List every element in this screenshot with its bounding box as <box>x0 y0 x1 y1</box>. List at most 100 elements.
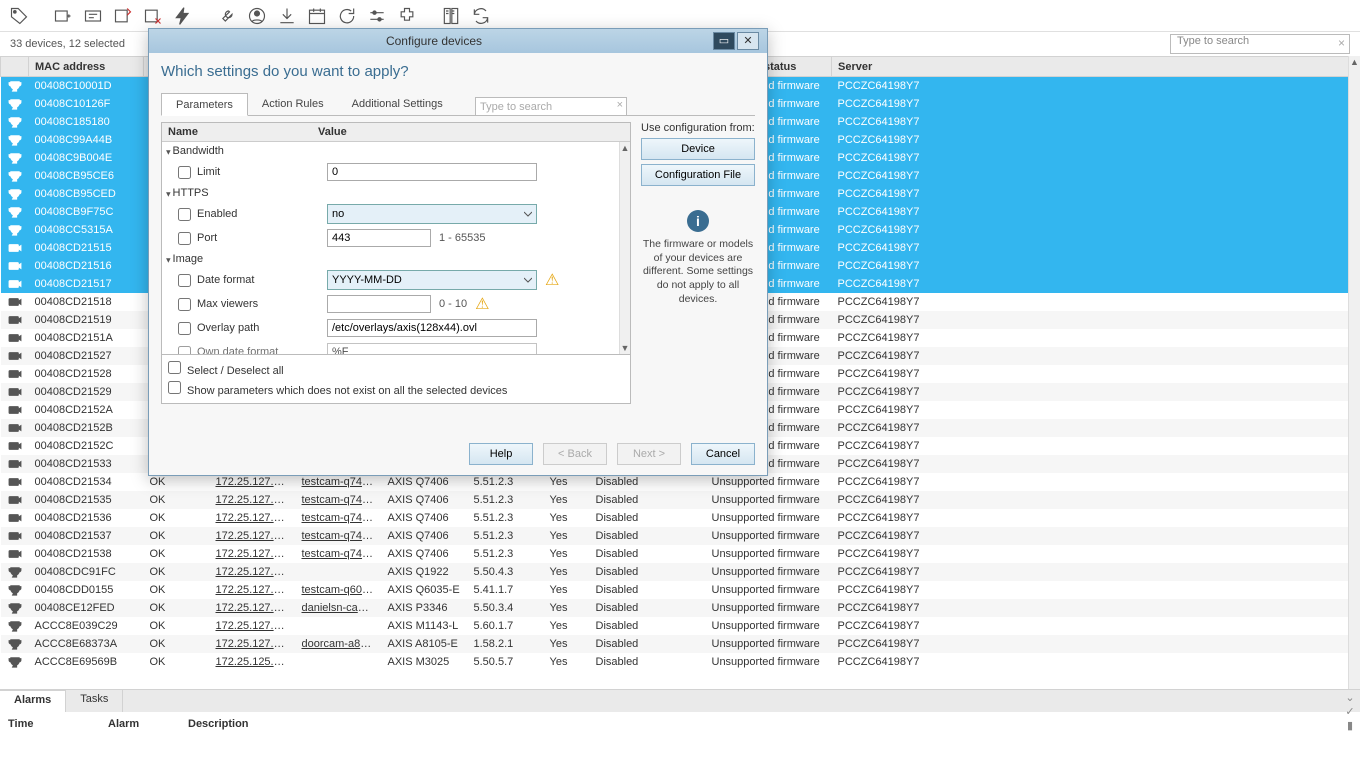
add-device-icon[interactable] <box>110 3 136 29</box>
group-bandwidth[interactable]: Bandwidth <box>162 142 630 160</box>
check-show-missing[interactable]: Show parameters which does not exist on … <box>168 379 624 399</box>
collapse-icon[interactable]: ⌄ <box>1344 692 1356 704</box>
cell-status: OK <box>144 527 210 545</box>
table-row[interactable]: ACCC8E039C29OK172.25.127.202AXIS M1143-L… <box>1 617 1360 635</box>
table-row[interactable]: ACCC8E68373AOK172.25.127.190doorcam-a810… <box>1 635 1360 653</box>
info-icon: i <box>687 210 709 232</box>
refresh-icon[interactable] <box>334 3 360 29</box>
table-row[interactable]: 00408CD21536OK172.25.127.171testcam-q740… <box>1 509 1360 527</box>
trophy-icon <box>8 188 22 200</box>
check-dateformat[interactable] <box>178 274 191 287</box>
user-icon[interactable] <box>244 3 270 29</box>
close-button[interactable]: ✕ <box>737 32 759 50</box>
col-server[interactable]: Server <box>832 57 1360 77</box>
remove-device-icon[interactable] <box>140 3 166 29</box>
check-select-all[interactable]: Select / Deselect all <box>168 359 624 379</box>
tag-icon[interactable] <box>6 3 32 29</box>
table-row[interactable]: 00408CE12FEDOK172.25.127.151danielsn-cam… <box>1 599 1360 617</box>
select-dateformat[interactable]: YYYY-MM-DD <box>327 270 537 290</box>
check-maxviewers[interactable] <box>178 298 191 311</box>
tab-alarms[interactable]: Alarms <box>0 690 66 712</box>
cell-8021x: Disabled <box>590 509 706 527</box>
clear-search-icon[interactable]: × <box>1338 36 1345 50</box>
server-icon[interactable] <box>438 3 464 29</box>
calendar-icon[interactable] <box>304 3 330 29</box>
row-overlay: Overlay path <box>162 316 630 340</box>
row-owndate: Own date format <box>162 340 630 354</box>
table-row[interactable]: 00408CD21537OK172.25.127.173testcam-q740… <box>1 527 1360 545</box>
check-limit[interactable] <box>178 166 191 179</box>
trophy-icon <box>8 152 22 164</box>
table-row[interactable]: 00408CDD0155OK172.25.127.156testcam-q603… <box>1 581 1360 599</box>
cell-mac: 00408CB9F75C <box>29 203 144 221</box>
cell-mac: 00408CD21516 <box>29 257 144 275</box>
cell-server: PCCZC64198Y7 <box>832 77 1360 95</box>
check-icon[interactable]: ✓ <box>1344 706 1356 718</box>
wrench-icon[interactable] <box>214 3 240 29</box>
input-overlay[interactable] <box>327 319 537 337</box>
input-limit[interactable] <box>327 163 537 181</box>
device-type-icon[interactable] <box>80 3 106 29</box>
btn-from-device[interactable]: Device <box>641 138 755 160</box>
tab-action-rules[interactable]: Action Rules <box>248 93 338 116</box>
maximize-button[interactable]: ▭ <box>713 32 735 50</box>
assign-ip-icon[interactable] <box>50 3 76 29</box>
col-mac[interactable]: MAC address <box>29 57 144 77</box>
trophy-icon <box>8 98 22 110</box>
tab-additional-settings[interactable]: Additional Settings <box>338 93 457 116</box>
sync-icon[interactable] <box>468 3 494 29</box>
table-row[interactable]: ACCC8E69569BOK172.25.125.228AXIS M30255.… <box>1 653 1360 671</box>
param-scrollbar[interactable]: ▲ ▼ <box>619 142 630 354</box>
trophy-icon <box>8 224 22 236</box>
cell-server: PCCZC64198Y7 <box>832 437 1360 455</box>
cell-model: AXIS M1143-L <box>382 617 468 635</box>
help-button[interactable]: Help <box>469 443 533 465</box>
cell-https: Yes <box>544 599 590 617</box>
btn-from-file[interactable]: Configuration File <box>641 164 755 186</box>
cell-address: 172.25.127.167 <box>210 491 296 509</box>
cell-model: AXIS Q1922 <box>382 563 468 581</box>
check-port[interactable] <box>178 232 191 245</box>
table-scrollbar[interactable]: ▲ <box>1348 56 1360 689</box>
col-description: Description <box>188 718 249 730</box>
scroll-up-icon[interactable]: ▲ <box>1349 56 1360 68</box>
scroll-up-icon[interactable]: ▲ <box>620 142 630 154</box>
global-search[interactable]: Type to search × <box>1170 34 1350 54</box>
tab-parameters[interactable]: Parameters <box>161 93 248 116</box>
tab-tasks[interactable]: Tasks <box>66 690 123 712</box>
cell-fw: 5.51.2.3 <box>468 527 544 545</box>
camera-icon <box>8 368 22 380</box>
check-overlay[interactable] <box>178 322 191 335</box>
cancel-button[interactable]: Cancel <box>691 443 755 465</box>
input-owndate[interactable] <box>327 343 537 354</box>
select-enabled[interactable]: no <box>327 204 537 224</box>
scroll-down-icon[interactable]: ▼ <box>620 342 630 354</box>
cell-hostname: doorcam-a810... <box>296 635 382 653</box>
group-image[interactable]: Image <box>162 250 630 268</box>
cell-server: PCCZC64198Y7 <box>832 113 1360 131</box>
table-row[interactable]: 00408CD21535OK172.25.127.167testcam-q740… <box>1 491 1360 509</box>
flash-icon[interactable] <box>170 3 196 29</box>
cell-fw: 5.50.5.7 <box>468 653 544 671</box>
trophy-icon <box>8 584 22 596</box>
dialog-titlebar[interactable]: Configure devices ▭ ✕ <box>149 29 767 53</box>
sliders-icon[interactable] <box>364 3 390 29</box>
download-icon[interactable] <box>274 3 300 29</box>
cell-status: OK <box>144 635 210 653</box>
table-row[interactable]: 00408CD21538OK172.25.127.169testcam-q740… <box>1 545 1360 563</box>
table-row[interactable]: 00408CDC91FCOK172.25.127.212AXIS Q19225.… <box>1 563 1360 581</box>
cell-mac: ACCC8E68373A <box>29 635 144 653</box>
param-search[interactable]: Type to search × <box>475 97 627 116</box>
group-https[interactable]: HTTPS <box>162 184 630 202</box>
input-port[interactable] <box>327 229 431 247</box>
check-owndate[interactable] <box>178 346 191 355</box>
check-enabled[interactable] <box>178 208 191 221</box>
cell-server: PCCZC64198Y7 <box>832 491 1360 509</box>
cell-8021x: Disabled <box>590 527 706 545</box>
camera-icon <box>8 350 22 362</box>
plugin-icon[interactable] <box>394 3 420 29</box>
input-maxviewers[interactable] <box>327 295 431 313</box>
trash-icon[interactable]: ▮ <box>1344 720 1356 732</box>
clear-param-search-icon[interactable]: × <box>617 99 623 111</box>
cell-server: PCCZC64198Y7 <box>832 239 1360 257</box>
